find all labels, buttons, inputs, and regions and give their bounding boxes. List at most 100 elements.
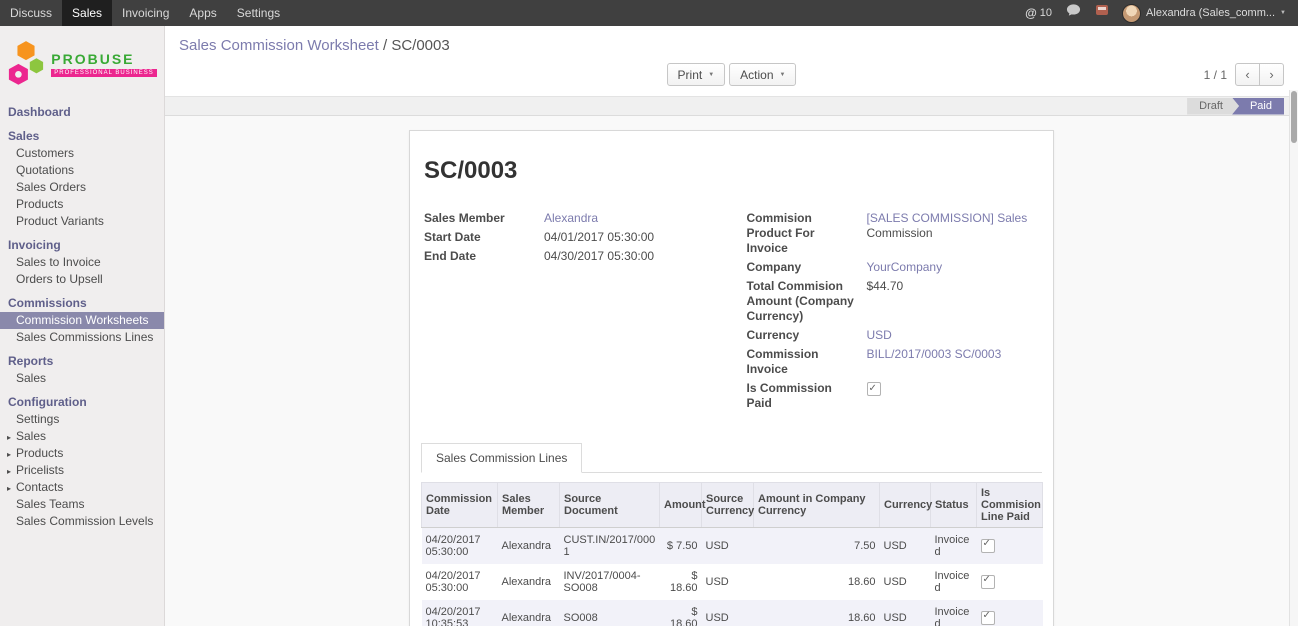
field-total-commission-amount: Total Commision Amount (Company Currency… (747, 279, 1040, 324)
cell-source-currency: USD (702, 528, 754, 565)
cell-amount: $ 7.50 (660, 528, 702, 565)
cell-date: 04/20/2017 05:30:00 (422, 564, 498, 600)
currency-link[interactable]: USD (867, 328, 892, 342)
column-header-status[interactable]: Status (931, 483, 977, 528)
sidebar-item-sales-commission-levels[interactable]: Sales Commission Levels (0, 513, 164, 530)
form-view: SC/0003 Sales Member Alexandra Start Dat… (165, 116, 1298, 626)
status-draft[interactable]: Draft (1187, 98, 1239, 115)
commission-product-link[interactable]: [SALES COMMISSION] Sales (867, 211, 1028, 225)
field-is-commission-paid: Is Commission Paid (747, 381, 1040, 411)
sidebar-item-commission-worksheets[interactable]: Commission Worksheets (0, 312, 164, 329)
chevron-down-icon: ▼ (708, 72, 714, 78)
control-panel: Sales Commission Worksheet / SC/0003 Pri… (165, 26, 1298, 96)
sidebar-item-orders-to-upsell[interactable]: Orders to Upsell (0, 271, 164, 288)
menu-apps[interactable]: Apps (179, 0, 226, 26)
pager: 1 / 1 ‹ › (1204, 63, 1284, 86)
app-window: Discuss Sales Invoicing Apps Settings @ … (0, 0, 1298, 626)
column-header-source-currency[interactable]: Source Currency (702, 483, 754, 528)
user-menu[interactable]: Alexandra (Sales_comm... ▼ (1116, 4, 1292, 23)
line-paid-checkbox[interactable] (981, 611, 995, 625)
company-link[interactable]: YourCompany (867, 260, 943, 274)
sidebar-item-config-products[interactable]: Products (0, 445, 164, 462)
cell-currency: USD (880, 564, 931, 600)
sidebar-item-reports-sales[interactable]: Sales (0, 370, 164, 387)
sidebar-heading-dashboard[interactable]: Dashboard (0, 103, 164, 121)
commission-line-row[interactable]: 04/20/2017 05:30:00 Alexandra CUST.IN/20… (422, 528, 1043, 565)
action-button[interactable]: Action ▼ (729, 63, 796, 86)
commission-product-rest: Commission (867, 226, 933, 240)
menu-sales[interactable]: Sales (62, 0, 112, 26)
line-paid-checkbox[interactable] (981, 539, 995, 553)
sidebar-item-quotations[interactable]: Quotations (0, 162, 164, 179)
cell-status: Invoiced (931, 564, 977, 600)
column-header-commission-date[interactable]: Commission Date (422, 483, 498, 528)
column-header-source-document[interactable]: Source Document (560, 483, 660, 528)
chat-button[interactable] (1059, 0, 1088, 26)
sidebar-item-sales-orders[interactable]: Sales Orders (0, 179, 164, 196)
column-header-currency[interactable]: Currency (880, 483, 931, 528)
commission-invoice-link[interactable]: BILL/2017/0003 SC/0003 (867, 347, 1002, 361)
menu-discuss[interactable]: Discuss (0, 0, 62, 26)
sidebar-heading-reports[interactable]: Reports (0, 352, 164, 370)
column-header-line-paid[interactable]: Is Commision Line Paid (977, 483, 1043, 528)
systray-extra-icon (1095, 0, 1109, 26)
pager-value: 1 / 1 (1204, 68, 1227, 82)
sales-member-link[interactable]: Alexandra (544, 211, 598, 225)
print-button[interactable]: Print ▼ (667, 63, 726, 86)
sidebar-item-customers[interactable]: Customers (0, 145, 164, 162)
notebook: Sales Commission Lines Commission Date (421, 443, 1042, 626)
breadcrumb-parent-link[interactable]: Sales Commission Worksheet (179, 37, 379, 54)
sidebar: PROBUSE PROFESSIONAL BUSINESS Dashboard … (0, 26, 165, 626)
list-header-row: Commission Date Sales Member Source Docu… (422, 483, 1043, 528)
scrollbar-thumb[interactable] (1291, 91, 1297, 143)
commission-line-row[interactable]: 04/20/2017 05:30:00 Alexandra INV/2017/0… (422, 564, 1043, 600)
column-header-amount[interactable]: Amount (660, 483, 702, 528)
tab-sales-commission-lines[interactable]: Sales Commission Lines (421, 443, 582, 473)
chat-bubble-icon (1066, 0, 1081, 26)
field-label: Commission Invoice (747, 347, 867, 377)
start-date-value: 04/01/2017 05:30:00 (544, 230, 654, 245)
sidebar-item-pricelists[interactable]: Pricelists (0, 462, 164, 479)
cell-member: Alexandra (498, 564, 560, 600)
logo-hexagons-icon (7, 38, 45, 89)
logo-title: PROBUSE (51, 51, 156, 67)
line-paid-checkbox[interactable] (981, 575, 995, 589)
sidebar-heading-configuration[interactable]: Configuration (0, 393, 164, 411)
sidebar-item-products[interactable]: Products (0, 196, 164, 213)
cell-member: Alexandra (498, 528, 560, 565)
cell-member: Alexandra (498, 600, 560, 626)
systray-extra-button[interactable] (1088, 0, 1116, 26)
total-commission-amount-value: $44.70 (867, 279, 904, 294)
sidebar-item-sales-commissions-lines[interactable]: Sales Commissions Lines (0, 329, 164, 346)
sidebar-heading-invoicing[interactable]: Invoicing (0, 236, 164, 254)
messaging-menu-button[interactable]: @ 10 (1018, 0, 1059, 26)
sidebar-item-config-sales[interactable]: Sales (0, 428, 164, 445)
field-label: Total Commision Amount (Company Currency… (747, 279, 867, 324)
cell-status: Invoiced (931, 600, 977, 626)
sidebar-heading-commissions[interactable]: Commissions (0, 294, 164, 312)
menu-invoicing[interactable]: Invoicing (112, 0, 179, 26)
field-start-date: Start Date 04/01/2017 05:30:00 (424, 230, 717, 245)
topbar-menus: Discuss Sales Invoicing Apps Settings (0, 0, 290, 26)
sidebar-item-product-variants[interactable]: Product Variants (0, 213, 164, 230)
statusbar: Draft Paid (165, 96, 1298, 116)
field-groups: Sales Member Alexandra Start Date 04/01/… (424, 211, 1039, 415)
sidebar-heading-sales[interactable]: Sales (0, 127, 164, 145)
pager-prev-button[interactable]: ‹ (1235, 63, 1260, 86)
menu-settings[interactable]: Settings (227, 0, 290, 26)
column-header-sales-member[interactable]: Sales Member (498, 483, 560, 528)
sidebar-item-contacts[interactable]: Contacts (0, 479, 164, 496)
pager-next-button[interactable]: › (1259, 63, 1284, 86)
field-label: Currency (747, 328, 867, 343)
is-commission-paid-checkbox[interactable] (867, 382, 881, 396)
sidebar-item-sales-teams[interactable]: Sales Teams (0, 496, 164, 513)
status-paid[interactable]: Paid (1232, 98, 1284, 115)
sidebar-item-sales-to-invoice[interactable]: Sales to Invoice (0, 254, 164, 271)
at-icon: @ (1025, 0, 1037, 26)
field-label: End Date (424, 249, 544, 264)
cell-source: SO008 (560, 600, 660, 626)
column-header-amount-company-currency[interactable]: Amount in Company Currency (754, 483, 880, 528)
chevron-down-icon: ▼ (780, 72, 786, 78)
commission-line-row[interactable]: 04/20/2017 10:35:53 Alexandra SO008 $ 18… (422, 600, 1043, 626)
sidebar-item-settings[interactable]: Settings (0, 411, 164, 428)
